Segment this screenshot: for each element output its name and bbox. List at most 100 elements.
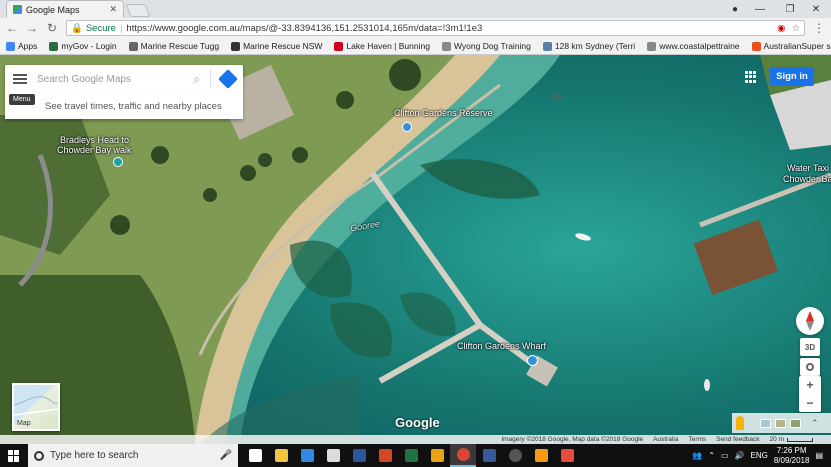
place-label-clifton-gardens-wharf[interactable]: Clifton Gardens Wharf bbox=[457, 341, 546, 351]
taskbar-app-chrome[interactable] bbox=[450, 444, 476, 467]
place-label-walk-line2[interactable]: Chowder Bay walk bbox=[57, 145, 132, 155]
taskbar-search[interactable]: Type here to search 🎤 bbox=[28, 444, 238, 467]
place-label-clifton-gardens-reserve[interactable]: Clifton Gardens Reserve bbox=[394, 108, 493, 118]
address-bar-row: ← → ↻ 🔒 Secure | https://www.google.com.… bbox=[0, 18, 831, 38]
bookmark-item[interactable]: Wyong Dog Training bbox=[441, 41, 531, 51]
zoom-in-button[interactable]: + bbox=[799, 376, 821, 394]
pegman-icon[interactable] bbox=[736, 416, 744, 430]
walk-marker-icon[interactable] bbox=[113, 157, 123, 167]
url-text: https://www.google.com.au/maps/@-33.8394… bbox=[126, 22, 483, 34]
windows-taskbar: Type here to search 🎤 👥 ⌃ ▭ 🔊 ENG 7:26 P… bbox=[0, 444, 831, 467]
directions-icon[interactable] bbox=[218, 69, 238, 89]
taskbar-app-app-red[interactable] bbox=[554, 444, 580, 467]
taskbar-app-edge[interactable] bbox=[294, 444, 320, 467]
new-tab-button[interactable] bbox=[125, 4, 151, 17]
place-label-water-taxi[interactable]: Water Taxi bbox=[787, 163, 829, 173]
bookmark-favicon-icon bbox=[751, 41, 761, 51]
zoom-controls: + − bbox=[799, 376, 821, 412]
taskbar-app-excel[interactable] bbox=[398, 444, 424, 467]
bookmark-favicon-icon bbox=[6, 41, 15, 51]
map-layer-toggle[interactable]: Map bbox=[12, 383, 60, 431]
attribution-text: Imagery ©2018 Google, Map data ©2018 Goo… bbox=[501, 436, 644, 443]
map-canvas[interactable]: Clifton Gardens Reserve Bradleys Head to… bbox=[0, 55, 831, 444]
edge-icon bbox=[300, 449, 314, 462]
app-red-icon bbox=[560, 449, 574, 462]
compass-icon[interactable] bbox=[796, 307, 824, 335]
expand-chevron-icon[interactable]: ⌃ bbox=[811, 418, 819, 429]
tab-close-icon[interactable]: ✕ bbox=[109, 4, 117, 15]
outlook-icon bbox=[430, 449, 444, 462]
taskbar-app-word[interactable] bbox=[346, 444, 372, 467]
bookmark-item[interactable]: myGov - Login bbox=[49, 41, 117, 51]
taskbar-app-facebook[interactable] bbox=[476, 444, 502, 467]
system-tray: 👥 ⌃ ▭ 🔊 ENG 7:26 PM 8/09/2018 ▤ bbox=[692, 446, 831, 466]
bookmark-item[interactable]: www.coastalpettraine bbox=[647, 41, 740, 51]
search-input[interactable] bbox=[37, 73, 184, 85]
extension-icon[interactable]: ◉ bbox=[777, 23, 785, 34]
secure-indicator[interactable]: 🔒 Secure bbox=[71, 23, 116, 34]
wharf-marker-icon[interactable] bbox=[527, 355, 538, 366]
back-arrow-icon[interactable]: ← bbox=[6, 21, 18, 35]
forward-arrow-icon[interactable]: → bbox=[26, 21, 38, 35]
imagery-thumb-1-icon[interactable] bbox=[760, 418, 771, 428]
map-footer: Imagery ©2018 Google, Map data ©2018 Goo… bbox=[0, 435, 831, 444]
people-icon[interactable]: 👥 bbox=[692, 451, 702, 460]
app-orange-icon bbox=[534, 449, 548, 462]
bookmark-item[interactable]: AustralianSuper sign bbox=[751, 41, 831, 51]
bookmark-item[interactable]: Lake Haven | Bunning bbox=[334, 41, 430, 51]
taskbar-app-media[interactable] bbox=[502, 444, 528, 467]
bookmark-favicon-icon bbox=[647, 41, 657, 51]
bookmark-star-icon[interactable]: ☆ bbox=[791, 23, 800, 34]
place-label-chowder-bay[interactable]: Chowder Bay bbox=[783, 174, 831, 184]
scale-indicator[interactable]: 20 m bbox=[770, 436, 813, 443]
chrome-icon bbox=[456, 448, 470, 461]
taskbar-app-powerpoint[interactable] bbox=[372, 444, 398, 467]
my-location-icon[interactable] bbox=[800, 358, 820, 376]
bookmark-favicon-icon bbox=[441, 41, 451, 51]
country-link[interactable]: Australia bbox=[653, 436, 678, 443]
send-feedback-link[interactable]: Send feedback bbox=[716, 436, 759, 443]
park-marker-icon[interactable] bbox=[402, 122, 412, 132]
sign-in-button[interactable]: Sign in bbox=[770, 67, 814, 86]
google-apps-icon[interactable] bbox=[745, 71, 757, 83]
notifications-icon[interactable]: ▤ bbox=[815, 451, 823, 460]
microphone-icon[interactable]: 🎤 bbox=[220, 450, 232, 461]
network-icon[interactable]: ▭ bbox=[721, 451, 729, 460]
search-icon[interactable]: ⌕ bbox=[193, 72, 200, 87]
browser-tab[interactable]: Google Maps ✕ bbox=[6, 0, 124, 18]
menu-icon[interactable] bbox=[13, 74, 27, 84]
travel-times-suggestion[interactable]: See travel times, traffic and nearby pla… bbox=[5, 93, 243, 119]
bookmark-favicon-icon bbox=[542, 41, 552, 51]
place-label-walk-line1[interactable]: Bradleys Head to bbox=[60, 135, 129, 145]
terms-link[interactable]: Terms bbox=[688, 436, 706, 443]
bookmark-favicon-icon bbox=[231, 41, 241, 51]
imagery-thumb-3-icon[interactable] bbox=[790, 418, 801, 428]
pinned-apps bbox=[242, 444, 580, 467]
taskbar-app-outlook[interactable] bbox=[424, 444, 450, 467]
imagery-thumb-2-icon[interactable] bbox=[775, 418, 786, 428]
reload-icon[interactable]: ↻ bbox=[46, 21, 58, 35]
minimize-button[interactable]: — bbox=[745, 0, 775, 18]
bookmark-item[interactable]: 128 km Sydney (Terri bbox=[542, 41, 635, 51]
bookmark-item[interactable]: Marine Rescue Tugg bbox=[128, 41, 219, 51]
taskbar-app-task-view[interactable] bbox=[242, 444, 268, 467]
taskbar-app-app-orange[interactable] bbox=[528, 444, 554, 467]
zoom-out-button[interactable]: − bbox=[799, 394, 821, 412]
bookmark-item[interactable]: Apps bbox=[6, 41, 37, 51]
close-window-button[interactable]: ✕ bbox=[801, 0, 831, 18]
taskbar-app-file-explorer[interactable] bbox=[268, 444, 294, 467]
volume-icon[interactable]: 🔊 bbox=[735, 451, 745, 460]
bookmark-item[interactable]: Marine Rescue NSW bbox=[231, 41, 322, 51]
bookmark-favicon-icon bbox=[128, 41, 138, 51]
language-indicator[interactable]: ENG bbox=[751, 451, 768, 460]
tilt-3d-button[interactable]: 3D bbox=[800, 338, 820, 356]
tray-chevron-icon[interactable]: ⌃ bbox=[708, 451, 715, 460]
chrome-menu-icon[interactable]: ⋮ bbox=[813, 21, 825, 35]
taskbar-app-store[interactable] bbox=[320, 444, 346, 467]
url-field[interactable]: 🔒 Secure | https://www.google.com.au/map… bbox=[66, 20, 805, 36]
clock[interactable]: 7:26 PM 8/09/2018 bbox=[774, 446, 810, 466]
map-search-box: ⌕ bbox=[5, 65, 243, 93]
start-button[interactable] bbox=[0, 444, 28, 467]
file-explorer-icon bbox=[274, 449, 288, 462]
menu-tooltip: Menu bbox=[9, 94, 35, 105]
